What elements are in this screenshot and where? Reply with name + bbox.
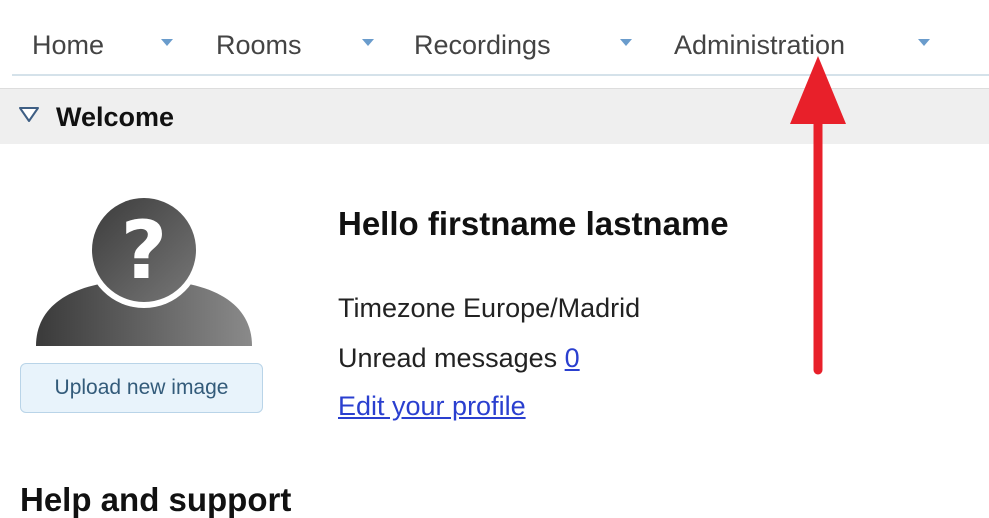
chevron-down-icon[interactable]: [161, 39, 173, 46]
avatar-placeholder-icon: ?: [36, 192, 252, 346]
unread-messages-line: Unread messages 0: [338, 342, 580, 374]
page: Home Rooms Recordings Administration Wel…: [0, 0, 989, 518]
svg-text:?: ?: [121, 204, 167, 297]
help-support-heading: Help and support: [20, 481, 292, 518]
chevron-down-icon[interactable]: [362, 39, 374, 46]
menu-item-recordings[interactable]: Recordings: [414, 28, 551, 62]
edit-profile-line: Edit your profile: [338, 390, 526, 422]
menu-item-rooms[interactable]: Rooms: [216, 28, 302, 62]
menu-item-label: Home: [32, 30, 105, 60]
red-arrow-icon: [790, 56, 846, 375]
unread-messages-count-link[interactable]: 0: [565, 343, 580, 373]
chevron-down-icon[interactable]: [620, 39, 632, 46]
edit-profile-link[interactable]: Edit your profile: [338, 391, 526, 421]
menu-item-label: Rooms: [216, 30, 302, 60]
collapse-triangle-icon[interactable]: [18, 106, 40, 124]
upload-image-button[interactable]: Upload new image: [20, 363, 263, 413]
menu-item-home[interactable]: Home: [32, 28, 104, 62]
unread-messages-label: Unread messages: [338, 343, 558, 373]
menu-item-label: Recordings: [414, 30, 551, 60]
timezone-text: Timezone Europe/Madrid: [338, 293, 641, 323]
chevron-down-icon[interactable]: [918, 39, 930, 46]
greeting-heading: Hello firstname lastname: [338, 205, 729, 242]
section-title: Welcome: [56, 102, 175, 132]
